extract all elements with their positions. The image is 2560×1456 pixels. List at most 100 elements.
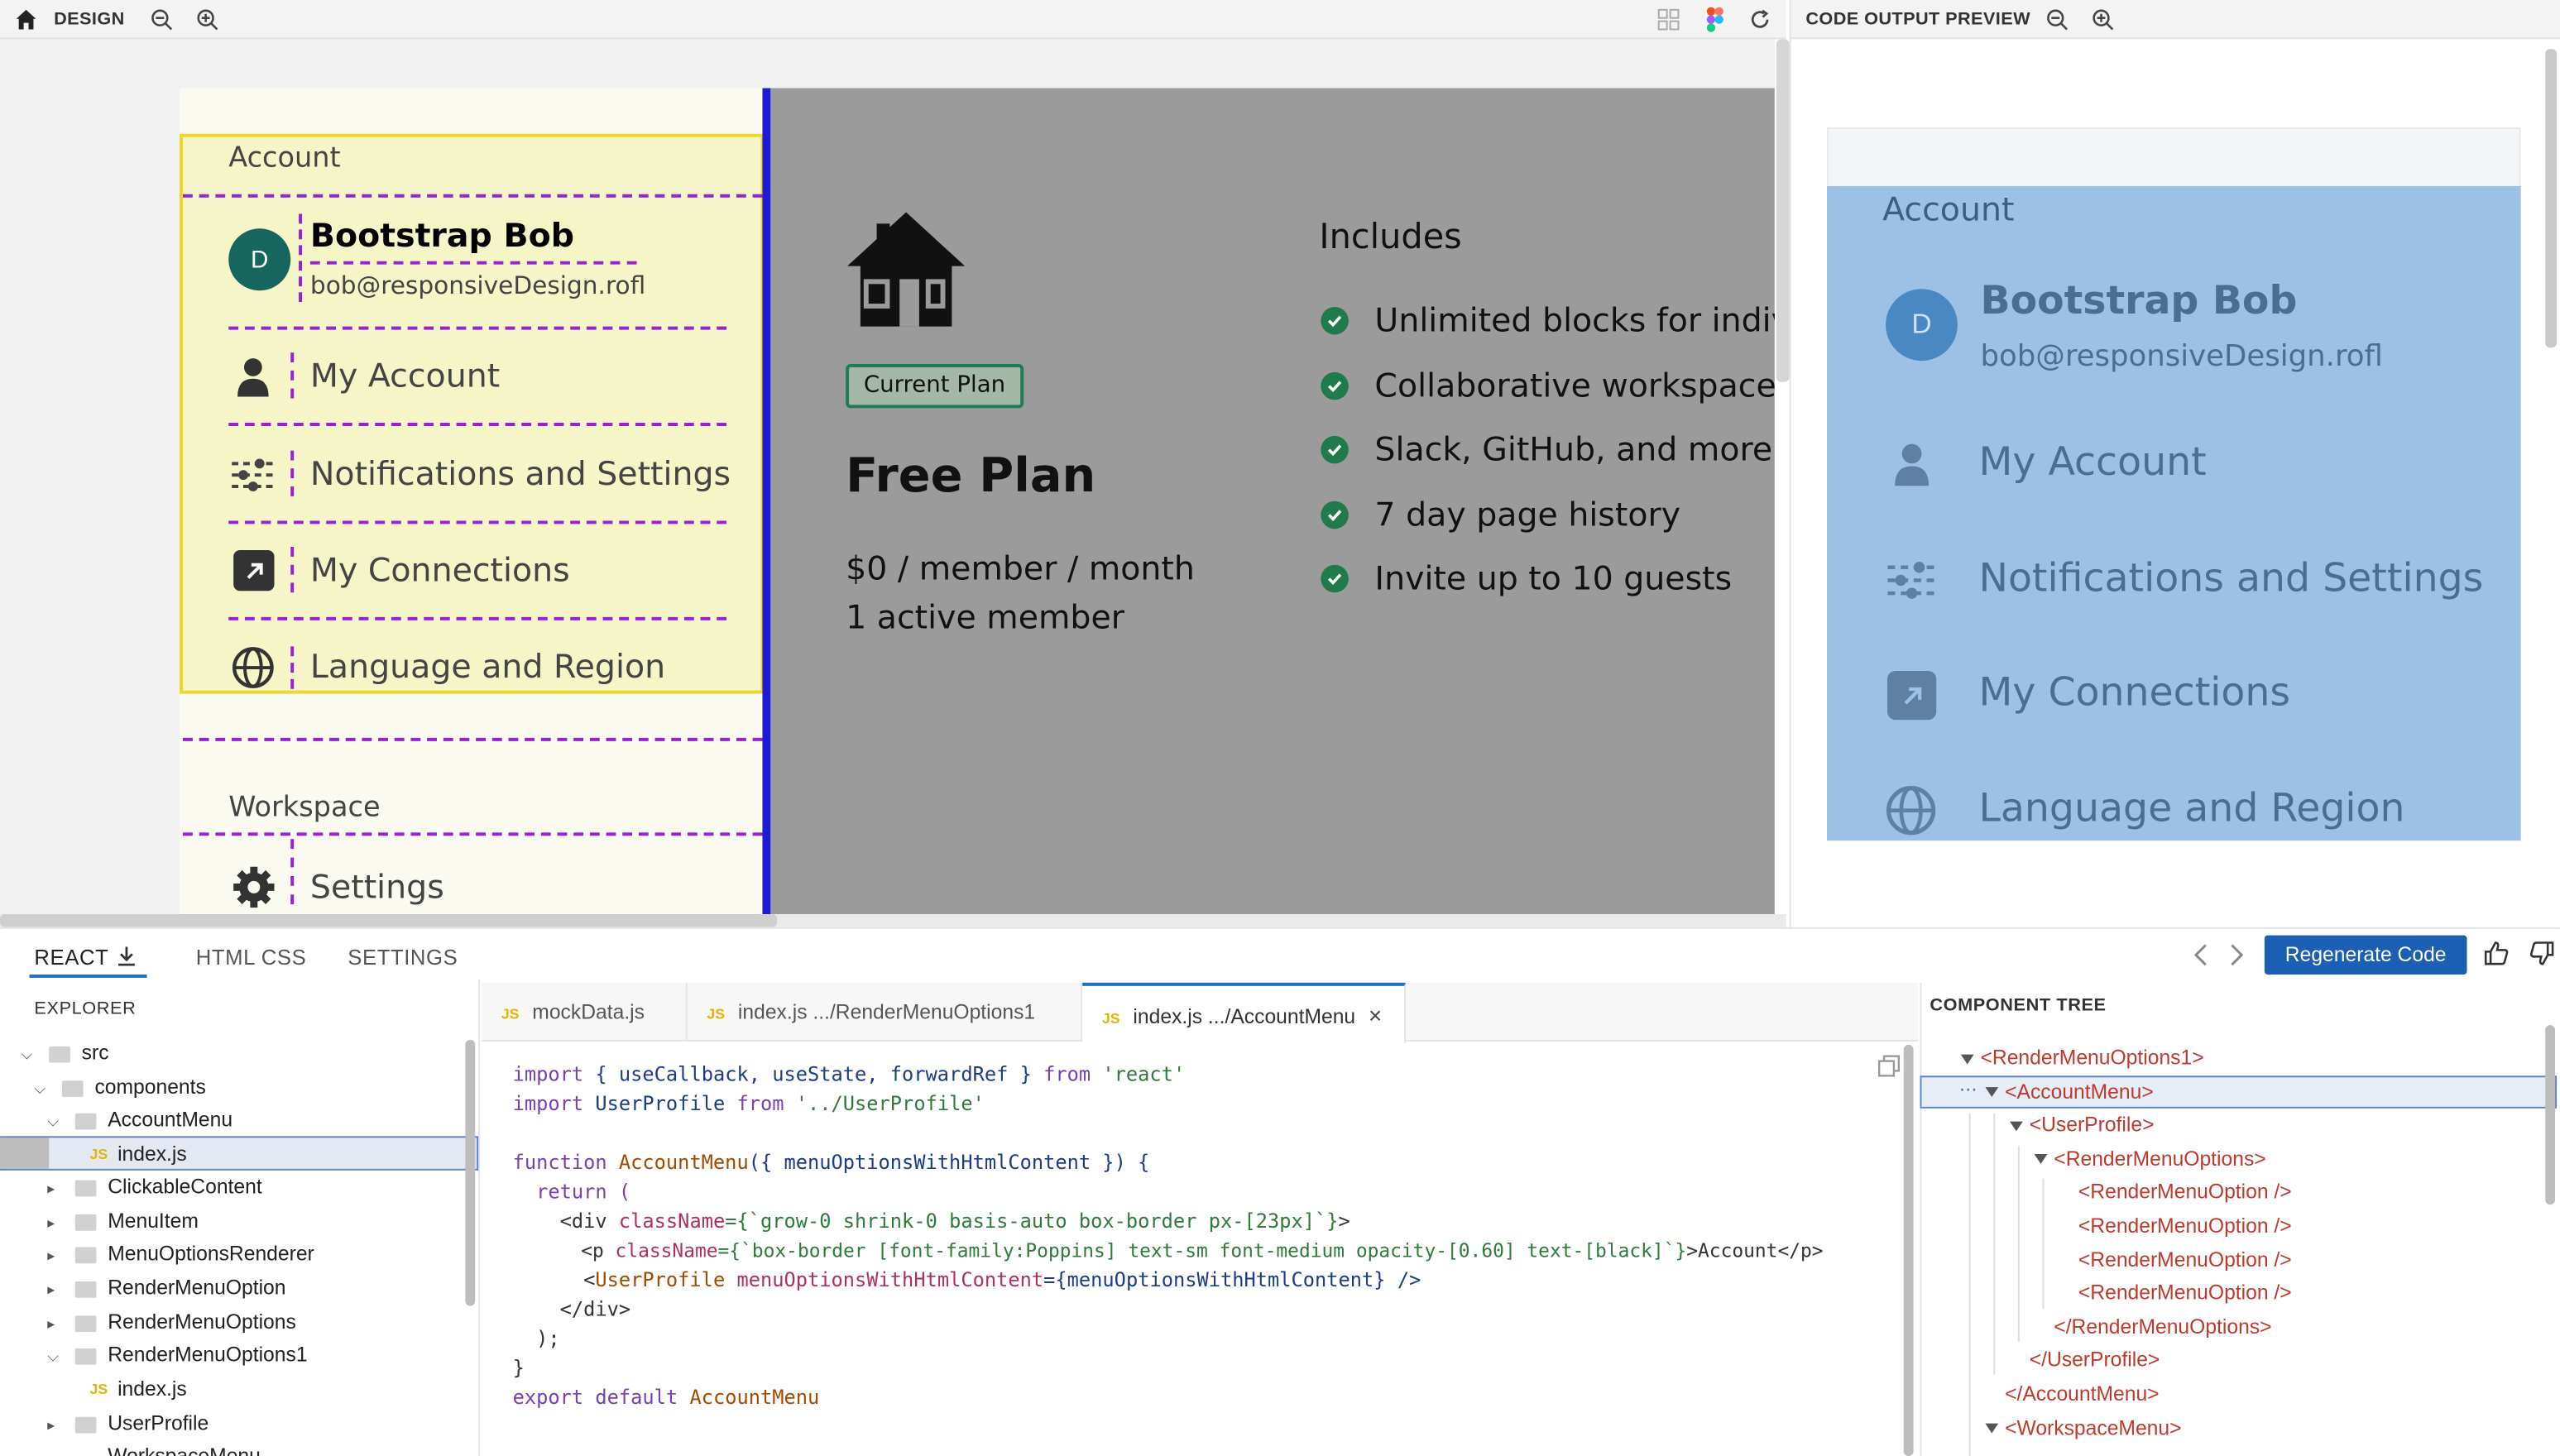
component-tree-title: COMPONENT TREE xyxy=(1930,995,2107,1016)
folder-icon xyxy=(74,1348,97,1365)
chevron-right-icon[interactable]: ▸ xyxy=(47,1315,55,1334)
chevron-down-icon[interactable]: ⌵ xyxy=(47,1114,58,1132)
editor-tab-mockdata[interactable]: JS mockData.js xyxy=(482,982,688,1042)
tree-item-clickablecontent[interactable]: ClickableContent xyxy=(108,1171,261,1203)
zoom-out-icon[interactable] xyxy=(2045,8,2069,31)
tree-node-selected[interactable]: <AccountMenu> xyxy=(2005,1075,2154,1108)
preview-menu-my-account[interactable]: My Account xyxy=(1979,439,2207,485)
chevron-down-icon[interactable]: ⌵ xyxy=(34,1080,45,1099)
thumbs-up-icon[interactable] xyxy=(2483,941,2510,967)
tree-node[interactable]: </RenderMenuOptions> xyxy=(2054,1310,2271,1343)
component-tree-scrollbar[interactable] xyxy=(2545,1025,2556,1205)
tree-node[interactable]: <RenderMenuOption /> xyxy=(2078,1244,2292,1276)
grid-icon[interactable] xyxy=(1657,8,1680,31)
tree-item-index-js[interactable]: index.js xyxy=(117,1372,187,1405)
frame-divider xyxy=(762,88,771,914)
canvas-vertical-scrollbar[interactable] xyxy=(1776,39,1790,382)
person-icon xyxy=(237,358,269,397)
close-icon[interactable]: × xyxy=(1369,1003,1382,1029)
include-item: Collaborative workspace xyxy=(1374,365,1775,405)
tree-item-menuoptionsrenderer[interactable]: MenuOptionsRenderer xyxy=(108,1238,314,1270)
editor-scrollbar[interactable] xyxy=(1903,1044,1914,1456)
tree-item-accountmenu[interactable]: AccountMenu xyxy=(108,1104,233,1136)
file-explorer xyxy=(0,979,481,1456)
preview-menu-my-connections[interactable]: My Connections xyxy=(1979,669,2291,715)
figma-icon[interactable] xyxy=(1706,7,1724,33)
explorer-title: EXPLORER xyxy=(34,999,137,1019)
menu-item-settings[interactable]: Settings xyxy=(310,867,444,906)
person-icon xyxy=(1895,443,1930,486)
design-canvas[interactable]: Account D Bootstrap Bob bob@responsiveDe… xyxy=(0,39,1775,914)
tree-node[interactable]: <RenderMenuOption /> xyxy=(2078,1176,2292,1208)
tree-item-menuitem[interactable]: MenuItem xyxy=(108,1205,199,1237)
tree-item-userprofile[interactable]: UserProfile xyxy=(108,1407,209,1439)
tab-settings[interactable]: SETTINGS xyxy=(348,945,458,970)
chevron-right-icon[interactable]: ▸ xyxy=(47,1181,55,1199)
tree-node[interactable]: </AccountMenu> xyxy=(2005,1377,2159,1410)
tree-node[interactable]: <WorkspaceMenu> xyxy=(2005,1412,2181,1444)
regenerate-code-button[interactable]: Regenerate Code xyxy=(2264,935,2467,975)
explorer-scrollbar[interactable] xyxy=(465,1039,476,1306)
refresh-icon[interactable] xyxy=(1748,8,1771,31)
editor-tab-rendermenuoptions1[interactable]: JS index.js .../RenderMenuOptions1 xyxy=(688,982,1083,1042)
tree-item-src[interactable]: src xyxy=(82,1037,109,1069)
preview-menu-notifications[interactable]: Notifications and Settings xyxy=(1979,555,2484,601)
tree-item-index-js[interactable]: index.js xyxy=(117,1138,187,1170)
code-token: >Account</p> xyxy=(1686,1238,1824,1262)
spacing-guide xyxy=(290,646,295,689)
copy-icon[interactable] xyxy=(1877,1055,1901,1078)
tree-item-rendermenuoptions1[interactable]: RenderMenuOptions1 xyxy=(108,1339,307,1371)
chevron-down-icon[interactable] xyxy=(2034,1154,2048,1164)
arrow-up-right-icon xyxy=(1887,670,1937,721)
chevron-right-icon[interactable]: ▸ xyxy=(47,1281,55,1300)
menu-item-my-connections[interactable]: My Connections xyxy=(310,550,570,589)
menu-item-my-account[interactable]: My Account xyxy=(310,356,500,395)
folder-icon xyxy=(61,1080,84,1097)
chevron-down-icon[interactable]: ⌵ xyxy=(22,1046,32,1065)
thumbs-down-icon[interactable] xyxy=(2529,941,2555,967)
code-token: from xyxy=(1043,1062,1091,1086)
tree-node[interactable]: <RenderMenuOption /> xyxy=(2078,1209,2292,1242)
preview-menu-language-region[interactable]: Language and Region xyxy=(1979,785,2405,831)
chevron-down-icon[interactable]: ⌵ xyxy=(47,1348,58,1367)
chevron-right-icon[interactable]: ▸ xyxy=(47,1214,55,1233)
tree-node[interactable]: <RenderMenuOptions> xyxy=(2054,1142,2265,1175)
more-icon[interactable]: ⋯ xyxy=(1959,1079,1978,1100)
tab-html-css[interactable]: HTML CSS xyxy=(196,945,306,970)
preview-user-email: bob@responsiveDesign.rofl xyxy=(1980,339,2383,374)
chevron-left-icon[interactable] xyxy=(2193,944,2209,967)
tree-item-rendermenuoptions[interactable]: RenderMenuOptions xyxy=(108,1306,296,1339)
canvas-horizontal-scrollbar[interactable] xyxy=(0,913,778,927)
tree-node[interactable]: <RenderMenuOptions1> xyxy=(1980,1042,2203,1074)
chevron-down-icon[interactable] xyxy=(1960,1054,1974,1065)
chevron-right-icon[interactable]: ▸ xyxy=(47,1248,55,1266)
chevron-right-icon[interactable]: ▸ xyxy=(47,1417,55,1435)
chevron-down-icon[interactable] xyxy=(2010,1121,2023,1132)
tree-node[interactable]: <RenderMenuOption /> xyxy=(2078,1276,2292,1309)
tree-item-rendermenuoption[interactable]: RenderMenuOption xyxy=(108,1272,285,1304)
tree-item-components[interactable]: components xyxy=(94,1070,205,1103)
zoom-in-icon[interactable] xyxy=(2092,8,2115,31)
zoom-in-icon[interactable] xyxy=(196,8,219,31)
tab-label: index.js .../RenderMenuOptions1 xyxy=(737,1000,1036,1024)
zoom-out-icon[interactable] xyxy=(151,8,174,31)
code-token: ({ menuOptionsWithHtmlContent }) { xyxy=(748,1151,1150,1174)
js-file-icon: JS xyxy=(89,1381,108,1398)
menu-item-notifications[interactable]: Notifications and Settings xyxy=(310,454,731,493)
tab-react[interactable]: REACT xyxy=(34,945,108,970)
editor-tab-accountmenu[interactable]: JS index.js .../AccountMenu × xyxy=(1082,982,1406,1043)
tree-node[interactable]: <UserProfile> xyxy=(2030,1109,2155,1141)
tree-item-workspacemenu[interactable]: WorkspaceMenu xyxy=(108,1439,261,1456)
tab-label: index.js .../AccountMenu xyxy=(1133,1005,1356,1029)
code-token: menuOptionsWithHtmlContent xyxy=(725,1268,1044,1291)
tree-guide xyxy=(2017,1146,2020,1342)
include-item: Invite up to 10 guests xyxy=(1374,558,1733,598)
preview-scrollbar[interactable] xyxy=(2545,49,2558,348)
chevron-down-icon[interactable] xyxy=(1985,1087,1999,1097)
home-icon[interactable] xyxy=(15,8,38,31)
tree-node[interactable]: </UserProfile> xyxy=(2030,1343,2160,1376)
menu-item-language-region[interactable]: Language and Region xyxy=(310,646,665,685)
chevron-down-icon[interactable] xyxy=(1985,1423,1999,1434)
chevron-right-icon[interactable] xyxy=(2228,944,2245,967)
download-icon[interactable] xyxy=(116,945,137,966)
